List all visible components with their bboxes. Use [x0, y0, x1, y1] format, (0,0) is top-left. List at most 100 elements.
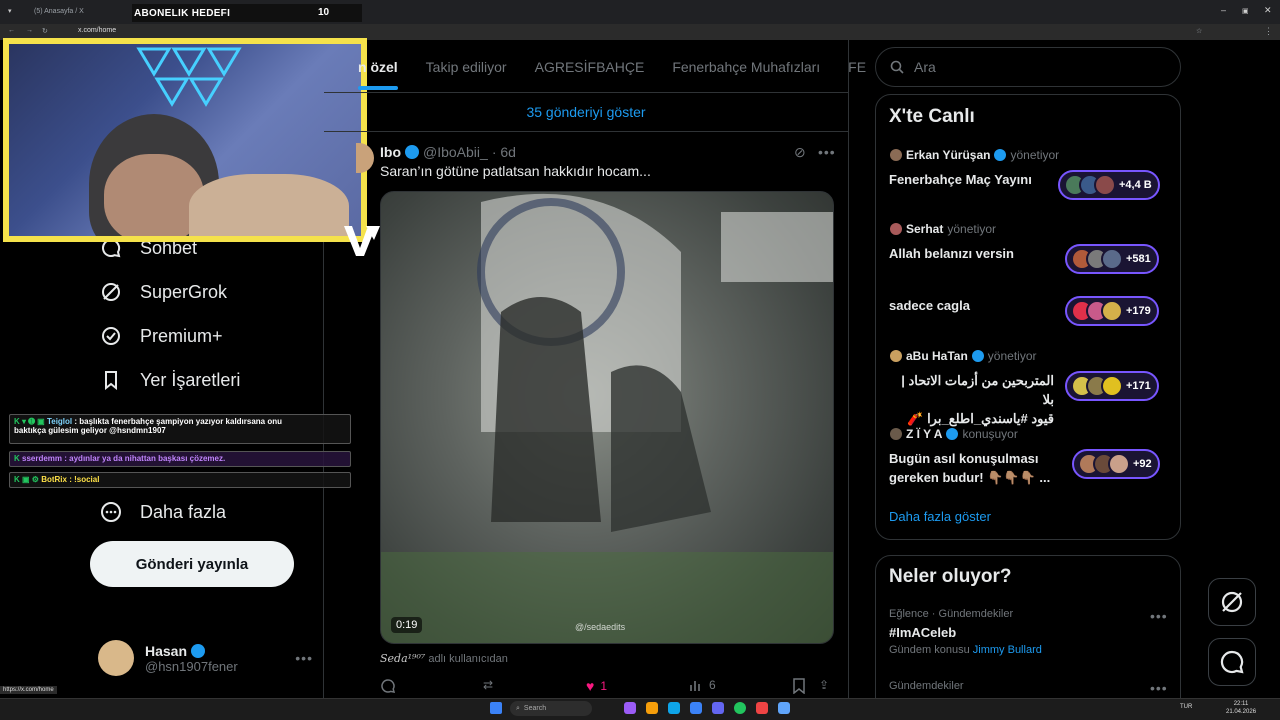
trend-sub-label: Gündem konusu — [889, 644, 970, 656]
browser-menu-icon[interactable]: ⋮ — [1264, 26, 1273, 37]
show-more-link[interactable]: Daha fazla göster — [889, 509, 991, 524]
verified-icon — [191, 643, 206, 658]
bookmark-star-icon[interactable]: ☆ — [1196, 27, 1202, 35]
sub-goal-count: 10 — [318, 7, 330, 18]
views-button[interactable]: 6 — [689, 678, 716, 692]
post-button[interactable]: Gönderi yayınla — [90, 541, 294, 587]
search-icon — [890, 60, 904, 74]
host-avatar — [890, 223, 902, 235]
chat-message: K ▾ ➊ ▣ Teiglol : başlıkta fenerbahçe şa… — [9, 414, 351, 444]
streamer-logo-icon — [344, 226, 380, 256]
nav-item-bookmarks[interactable]: Yer İşaretleri — [100, 365, 240, 395]
app-icon[interactable] — [690, 702, 702, 714]
video-frame — [381, 193, 833, 643]
tab-menu-icon[interactable]: ▾ — [8, 7, 12, 15]
trend-sub-link[interactable]: Jimmy Bullard — [973, 644, 1042, 656]
views-icon — [690, 681, 700, 691]
more-dots-icon[interactable]: ••• — [295, 650, 313, 666]
share-button[interactable]: ⇪ — [819, 678, 829, 692]
grok-icon — [1221, 591, 1243, 613]
space-title[interactable]: Bugün asıl konuşulması gereken budur! 👇🏽… — [889, 449, 1050, 487]
reload-icon[interactable]: ↻ — [42, 27, 48, 35]
tab-fe[interactable]: FE — [848, 59, 866, 75]
tweet-time[interactable]: · 6d — [492, 144, 516, 160]
host-name[interactable]: Z Ï Y A — [906, 427, 942, 441]
back-icon[interactable]: ← — [8, 27, 15, 34]
reply-button[interactable] — [380, 678, 396, 694]
space-listeners-pill[interactable]: +171 — [1065, 371, 1159, 401]
person-shoulder — [189, 174, 349, 236]
windows-start-icon[interactable] — [490, 702, 502, 714]
listener-count: +92 — [1133, 458, 1152, 470]
messages-button[interactable] — [1208, 638, 1256, 686]
space-title[interactable]: sadece cagla — [889, 296, 970, 315]
listener-count: +179 — [1126, 305, 1151, 317]
app-icon[interactable] — [778, 702, 790, 714]
host-name[interactable]: Serhat — [906, 222, 943, 236]
listener-avatar — [1101, 248, 1123, 270]
taskbar-search[interactable]: ⌕ Search — [510, 701, 592, 716]
repost-button[interactable]: ⇄ — [483, 678, 493, 692]
space-listeners-pill[interactable]: +92 — [1072, 449, 1160, 479]
nav-item-supergrok[interactable]: SuperGrok — [100, 277, 227, 307]
space-listeners-pill[interactable]: +581 — [1065, 244, 1159, 274]
minimize-icon[interactable]: – — [1221, 5, 1226, 15]
close-window-icon[interactable]: ✕ — [1264, 5, 1272, 16]
credit-suffix: adlı kullanıcıdan — [428, 653, 508, 665]
like-button[interactable]: ♥ 1 — [586, 678, 607, 694]
tab-for-you[interactable]: n özel — [358, 59, 398, 75]
trend-meta: Gündemdekiler — [889, 680, 964, 692]
bookmark-icon — [100, 369, 122, 391]
forward-icon[interactable]: → — [26, 27, 33, 34]
space-title[interactable]: Fenerbahçe Maç Yayını — [889, 170, 1032, 189]
host-name[interactable]: Erkan Yürüşan — [906, 148, 990, 162]
tab-following[interactable]: Takip ediliyor — [426, 59, 507, 75]
search-field[interactable]: Ara — [875, 47, 1181, 87]
grok-analyze-icon[interactable]: ⊘ — [794, 144, 806, 161]
account-switcher[interactable]: Hasan @hsn1907fener ••• — [98, 636, 313, 680]
discord-icon[interactable] — [712, 702, 724, 714]
right-divider — [848, 40, 849, 698]
app-icon[interactable] — [624, 702, 636, 714]
show-new-posts-button[interactable]: 35 gönderiyi göster — [324, 92, 848, 132]
grok-button[interactable] — [1208, 578, 1256, 626]
trend-more-icon[interactable]: ••• — [1150, 680, 1168, 696]
nav-item-premium[interactable]: Premium+ — [100, 321, 223, 351]
clock-date: 21.04.2026 — [1226, 709, 1257, 715]
space-title-line: المتربحين من أزمات الاتحاد | بلا — [901, 373, 1054, 407]
browser-tab-title[interactable]: (5) Anasayfa / X — [34, 8, 84, 15]
search-placeholder: Ara — [914, 59, 936, 75]
neon-logo-light — [136, 47, 242, 107]
trend-name[interactable]: #ImACeleb — [889, 625, 956, 640]
edge-icon[interactable] — [668, 702, 680, 714]
trend-more-icon[interactable]: ••• — [1150, 608, 1168, 624]
tweet-author-name[interactable]: Ibo — [380, 144, 401, 160]
heart-icon: ♥ — [586, 678, 595, 694]
tweet-author-handle[interactable]: @IboAbii_ — [423, 144, 488, 160]
file-explorer-icon[interactable] — [646, 702, 658, 714]
taskbar-clock[interactable]: 22:11 21.04.2026 — [1226, 700, 1256, 716]
nav-item-label: Premium+ — [140, 325, 223, 346]
trend-meta: Eğlence · Gündemdekiler — [889, 608, 1014, 620]
chrome-icon[interactable] — [734, 702, 746, 714]
trend-sub: Gündem konusu Jimmy Bullard — [889, 644, 1042, 656]
space-title[interactable]: Allah belanızı versin — [889, 244, 1014, 263]
bookmark-button[interactable] — [792, 678, 806, 694]
space-listeners-pill[interactable]: +4,4 B — [1058, 170, 1160, 200]
tab-fenerbahce-muhafizlari[interactable]: Fenerbahçe Muhafızları — [672, 59, 820, 75]
tweet-avatar[interactable] — [356, 143, 374, 173]
nav-item-more[interactable]: Daha fazla — [100, 497, 226, 527]
host-name[interactable]: aBu HaTan — [906, 349, 968, 363]
space-listeners-pill[interactable]: +179 — [1065, 296, 1159, 326]
space-title[interactable]: المتربحين من أزمات الاتحاد | بلا قيود #ي… — [889, 371, 1054, 428]
nav-item-label: Daha fazla — [140, 501, 227, 522]
message-bubble-icon — [1220, 650, 1244, 674]
tweet-more-icon[interactable]: ••• — [818, 144, 836, 160]
url-field[interactable]: x.com/home — [78, 27, 116, 34]
app-icon[interactable] — [756, 702, 768, 714]
tab-agresifbahce[interactable]: AGRESİFBAHÇE — [535, 59, 645, 75]
language-indicator[interactable]: TUR — [1180, 704, 1192, 710]
credit-name[interactable]: Seda¹⁹⁰⁷ — [380, 652, 425, 665]
tweet-video[interactable] — [380, 191, 834, 644]
maximize-icon[interactable]: ▣ — [1242, 7, 1249, 15]
